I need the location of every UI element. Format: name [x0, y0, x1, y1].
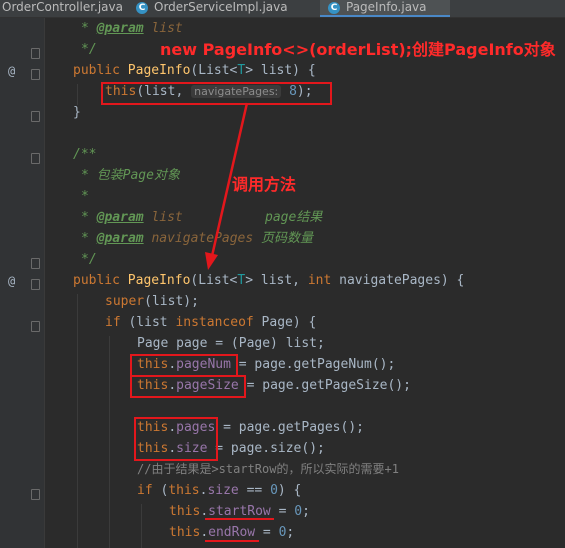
annotation-create-pageinfo: new PageInfo<>(orderList);创建PageInfo对象 — [160, 40, 556, 59]
annotation-call-method: 调用方法 — [232, 175, 297, 194]
callout-arrow — [205, 102, 249, 270]
